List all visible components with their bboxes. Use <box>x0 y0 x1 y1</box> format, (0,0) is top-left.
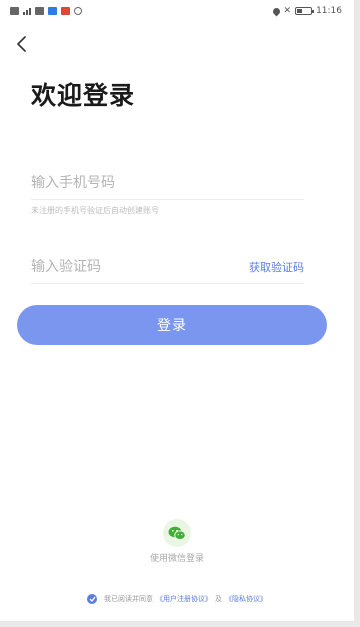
phone-field <box>31 166 304 200</box>
battery-icon <box>295 7 315 15</box>
login-screen: ✕ 11:16 欢迎登录 未注册的手机号验证后自动创建账号 获取验证码 登录 <box>0 0 360 627</box>
code-input[interactable] <box>31 258 211 275</box>
app-notification-icon <box>74 7 82 15</box>
agreement-prefix: 我已阅读并同意 <box>104 595 153 603</box>
get-code-button[interactable]: 获取验证码 <box>249 259 304 275</box>
sim-icon <box>10 7 19 15</box>
user-agreement-link[interactable]: 《用户注册协议》 <box>156 594 212 604</box>
signal-icon <box>23 7 31 15</box>
phone-input[interactable] <box>31 174 211 191</box>
status-bar: ✕ 11:16 <box>0 0 354 22</box>
chevron-left-icon <box>17 36 26 52</box>
status-bar-left <box>10 7 82 15</box>
wechat-login: 使用微信登录 <box>0 519 354 564</box>
phone-hint: 未注册的手机号验证后自动创建账号 <box>31 206 159 215</box>
wechat-login-button[interactable] <box>163 519 191 547</box>
location-icon <box>271 6 281 16</box>
wechat-login-label[interactable]: 使用微信登录 <box>150 551 204 564</box>
page-title: 欢迎登录 <box>31 81 136 110</box>
login-button[interactable]: 登录 <box>17 305 327 345</box>
code-field: 获取验证码 <box>31 250 304 284</box>
app-notification-icon <box>48 7 57 15</box>
agreement-conjunction: 及 <box>215 595 222 603</box>
agreement: 我已阅读并同意 《用户注册协议》 及 《隐私协议》 <box>0 594 354 604</box>
status-time: 11:16 <box>316 6 342 16</box>
agreement-checkbox[interactable] <box>87 594 97 604</box>
no-sim-icon: ✕ <box>283 6 292 16</box>
back-button[interactable] <box>10 32 34 56</box>
check-icon <box>89 596 96 602</box>
app-notification-icon <box>61 7 70 15</box>
privacy-policy-link[interactable]: 《隐私协议》 <box>225 594 267 604</box>
wechat-icon <box>168 526 186 540</box>
app-notification-icon <box>35 7 44 15</box>
status-bar-right: ✕ 11:16 <box>271 6 342 16</box>
